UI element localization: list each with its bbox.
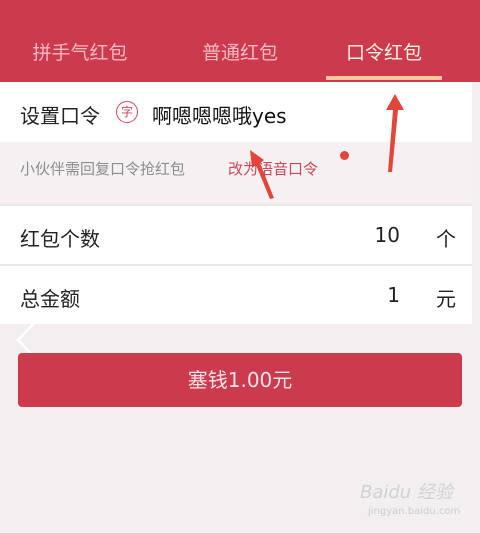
watermark: Baidu 经验 jingyan.baidu.com bbox=[360, 478, 470, 526]
annotation-arrow-icon bbox=[386, 94, 404, 172]
tab-lucky-red-packet[interactable]: 拼手气红包 bbox=[0, 38, 160, 65]
packet-count-unit: 个 bbox=[436, 227, 456, 251]
watermark-text: Baidu 经验 bbox=[360, 482, 453, 503]
password-input[interactable]: 啊嗯嗯嗯哦yes bbox=[152, 100, 287, 129]
total-amount-input[interactable]: 1 bbox=[387, 283, 400, 307]
total-amount-label: 总金额 bbox=[20, 287, 80, 311]
tab-bar: 拼手气红包 普通红包 口令红包 bbox=[0, 0, 480, 82]
packet-count-input[interactable]: 10 bbox=[375, 223, 400, 247]
packet-count-label: 红包个数 bbox=[20, 227, 100, 251]
watermark-url: jingyan.baidu.com bbox=[368, 506, 461, 517]
total-amount-row[interactable]: 总金额 1 元 bbox=[0, 266, 472, 324]
total-amount-unit: 元 bbox=[436, 287, 456, 311]
packet-count-row[interactable]: 红包个数 10 个 bbox=[0, 206, 472, 264]
annotation-dot bbox=[340, 151, 349, 160]
hint-text: 小伙伴需回复口令抢红包 bbox=[20, 160, 186, 178]
password-label: 设置口令 bbox=[20, 104, 100, 128]
tab-normal-red-packet[interactable]: 普通红包 bbox=[160, 38, 320, 65]
tab-password-red-packet[interactable]: 口令红包 bbox=[304, 38, 464, 65]
annotation-arrow-icon bbox=[250, 150, 274, 199]
character-badge-icon: 字 bbox=[116, 101, 138, 123]
submit-money-button[interactable]: 塞钱1.00元 bbox=[18, 353, 462, 407]
active-tab-underline bbox=[326, 76, 442, 80]
